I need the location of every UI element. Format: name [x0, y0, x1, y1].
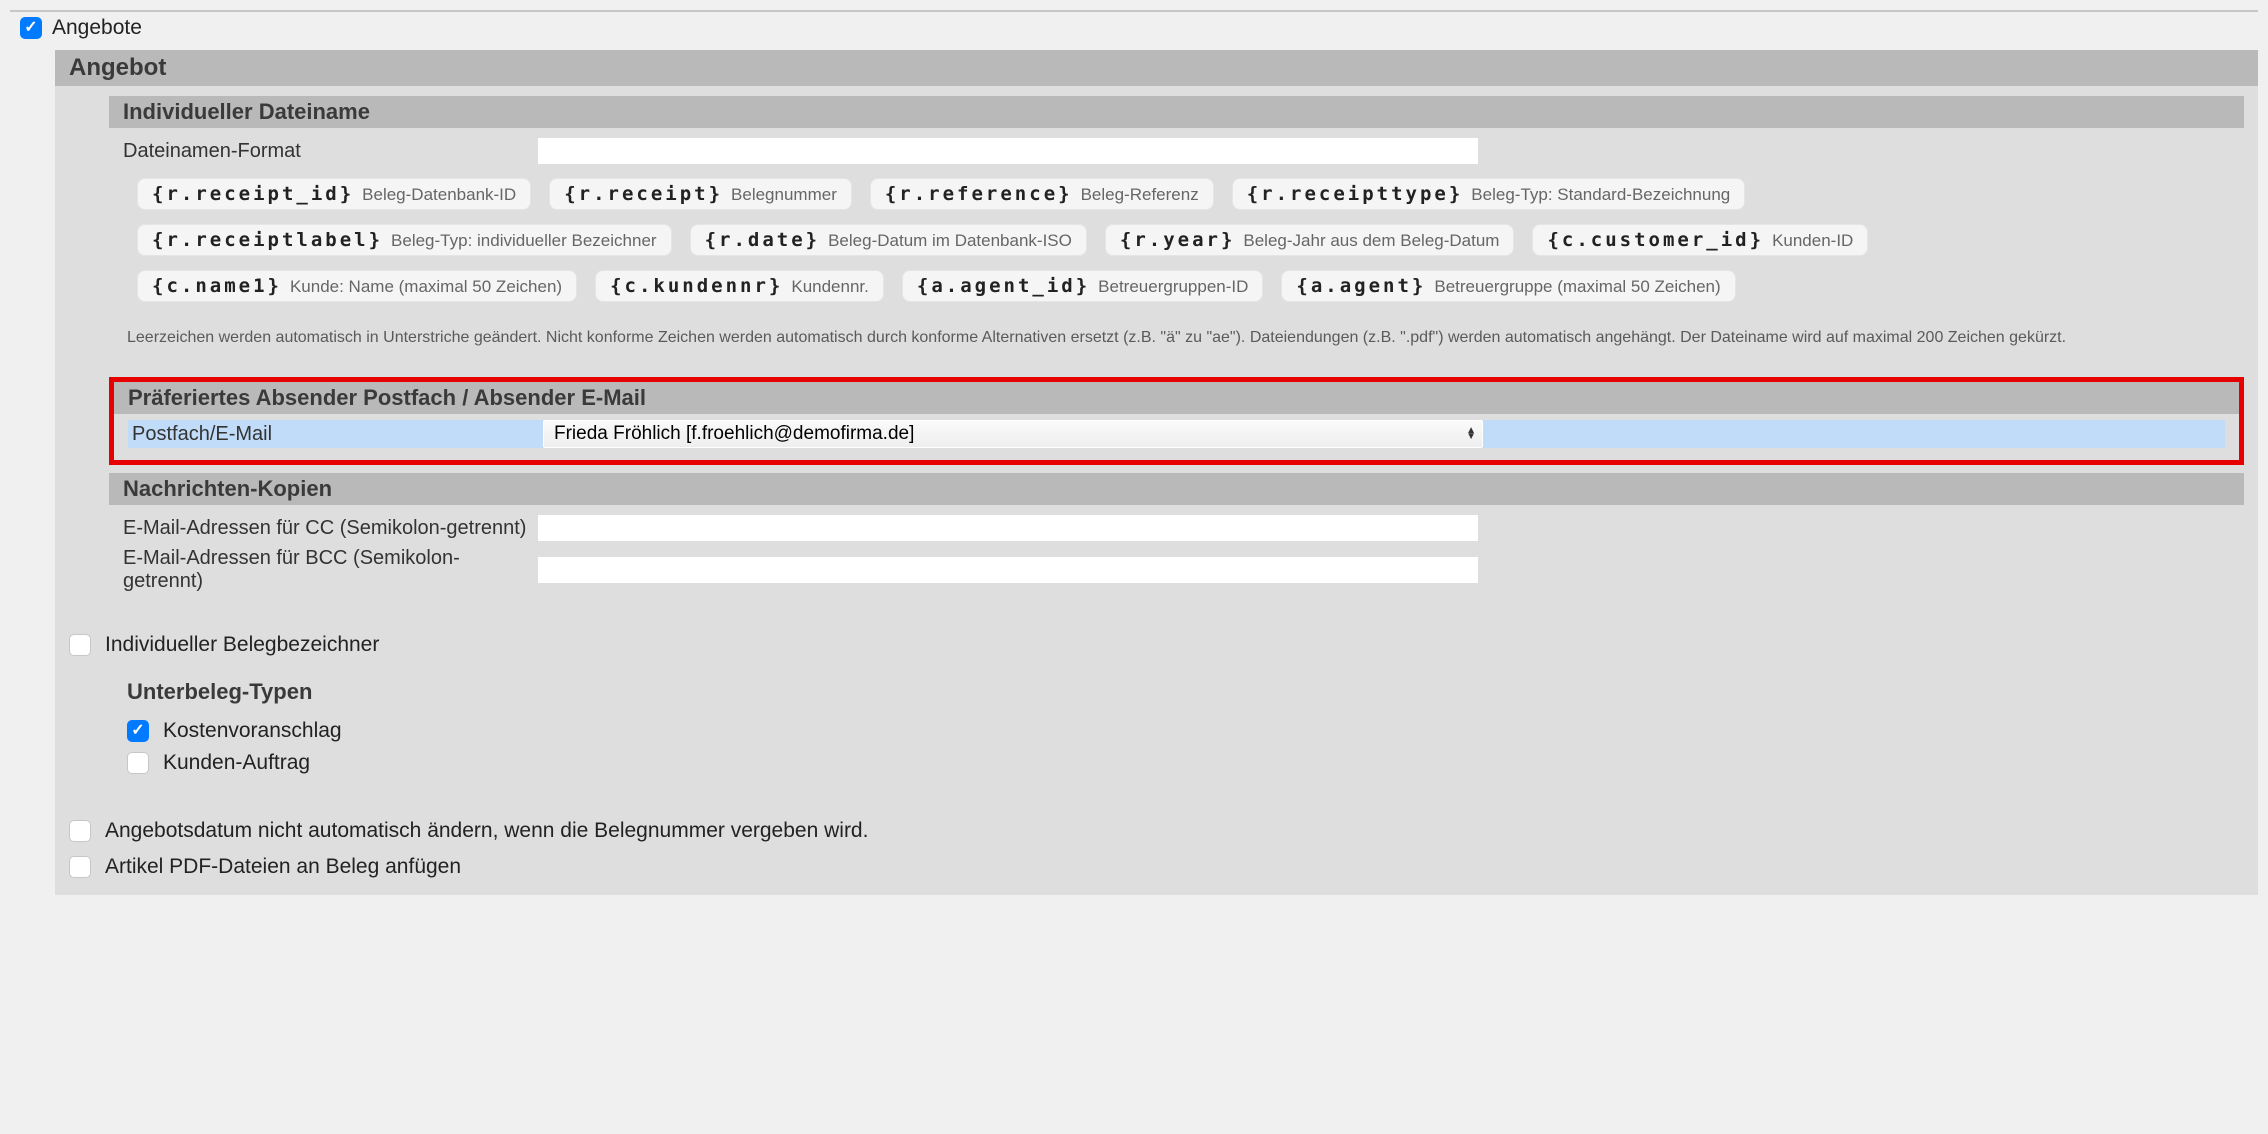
subtypes-panel: Unterbeleg-Typen Kostenvoranschlag Kunden…	[115, 667, 2244, 795]
offer-date-option-checkbox[interactable]	[69, 820, 91, 842]
cc-row: E-Mail-Adressen für CC (Semikolon-getren…	[123, 515, 2230, 541]
tag-desc: Kunden-ID	[1772, 231, 1853, 251]
offer-date-option-row: Angebotsdatum nicht automatisch ändern, …	[69, 813, 2244, 849]
sender-field-row: Postfach/E-Mail Frieda Fröhlich [f.froeh…	[128, 420, 2225, 448]
subtypes-list: Kostenvoranschlag Kunden-Auftrag	[127, 715, 2232, 779]
tag-code: {a.agent}	[1296, 275, 1426, 297]
filename-section-header: Individueller Dateiname	[109, 96, 2244, 128]
cc-label: E-Mail-Adressen für CC (Semikolon-getren…	[123, 517, 538, 540]
subtype-label: Kostenvoranschlag	[163, 719, 342, 743]
individual-designator-label: Individueller Belegbezeichner	[105, 633, 379, 657]
individual-designator-row: Individueller Belegbezeichner	[69, 627, 2244, 663]
placeholder-tag[interactable]: {c.customer_id} Kunden-ID	[1532, 224, 1868, 256]
placeholder-tag[interactable]: {r.receipt_id} Beleg-Datenbank-ID	[137, 178, 531, 210]
tag-code: {r.year}	[1120, 229, 1236, 251]
subtypes-header: Unterbeleg-Typen	[127, 675, 2232, 715]
bcc-row: E-Mail-Adressen für BCC (Semikolon-getre…	[123, 547, 2230, 593]
attach-pdf-option-row: Artikel PDF-Dateien an Beleg anfügen	[69, 849, 2244, 885]
placeholder-tag[interactable]: {r.receipttype} Beleg-Typ: Standard-Bezei…	[1232, 178, 1746, 210]
tag-code: {r.reference}	[885, 183, 1073, 205]
tag-code: {a.agent_id}	[917, 275, 1090, 297]
tag-code: {r.receipt_id}	[152, 183, 354, 205]
tag-code: {r.receipt}	[564, 183, 723, 205]
sender-section-header: Präferiertes Absender Postfach / Absende…	[114, 382, 2239, 414]
sender-section-highlight: Präferiertes Absender Postfach / Absende…	[109, 377, 2244, 465]
subtype-label: Kunden-Auftrag	[163, 751, 310, 775]
tag-desc: Betreuergruppe (maximal 50 Zeichen)	[1434, 277, 1720, 297]
individual-designator-checkbox[interactable]	[69, 634, 91, 656]
tag-code: {c.name1}	[152, 275, 282, 297]
copies-section-body: E-Mail-Adressen für CC (Semikolon-getren…	[109, 505, 2244, 609]
filename-format-input[interactable]	[538, 138, 1478, 164]
tag-desc: Beleg-Jahr aus dem Beleg-Datum	[1243, 231, 1499, 251]
tag-desc: Beleg-Typ: Standard-Bezeichnung	[1471, 185, 1730, 205]
tag-row: {r.receipt_id}Beleg-Datenbank-ID{r.recei…	[137, 178, 2216, 210]
attach-pdf-option-label: Artikel PDF-Dateien an Beleg anfügen	[105, 855, 461, 879]
tag-desc: Beleg-Datum im Datenbank-ISO	[828, 231, 1072, 251]
subtype-row: Kunden-Auftrag	[127, 747, 2232, 779]
tag-desc: Beleg-Typ: individueller Bezeichner	[391, 231, 657, 251]
tag-desc: Beleg-Datenbank-ID	[362, 185, 516, 205]
bcc-input[interactable]	[538, 557, 1478, 583]
placeholder-tag[interactable]: {r.date} Beleg-Datum im Datenbank-ISO	[690, 224, 1087, 256]
placeholder-tag[interactable]: {a.agent_id} Betreuergruppen-ID	[902, 270, 1264, 302]
top-row: Angebote	[10, 10, 2258, 50]
placeholder-tag[interactable]: {r.receiptlabel} Beleg-Typ: individueller…	[137, 224, 672, 256]
cc-input[interactable]	[538, 515, 1478, 541]
sender-select-value: Frieda Fröhlich [f.froehlich@demofirma.d…	[554, 423, 914, 445]
sender-section-body: Postfach/E-Mail Frieda Fröhlich [f.froeh…	[114, 414, 2239, 460]
tag-code: {r.receiptlabel}	[152, 229, 383, 251]
placeholder-tag[interactable]: {a.agent} Betreuergruppe (maximal 50 Zeic…	[1281, 270, 1735, 302]
tag-code: {c.kundennr}	[610, 275, 783, 297]
sender-select[interactable]: Frieda Fröhlich [f.froehlich@demofirma.d…	[543, 420, 1483, 448]
bcc-label: E-Mail-Adressen für BCC (Semikolon-getre…	[123, 547, 538, 593]
placeholder-tag[interactable]: {r.receipt} Belegnummer	[549, 178, 852, 210]
tag-desc: Beleg-Referenz	[1081, 185, 1199, 205]
subtype-checkbox[interactable]	[127, 720, 149, 742]
tag-row: {c.name1} Kunde: Name (maximal 50 Zeichen…	[137, 270, 2216, 302]
tag-desc: Belegnummer	[731, 185, 837, 205]
filename-format-label: Dateinamen-Format	[123, 140, 538, 163]
tag-code: {r.receipttype}	[1247, 183, 1464, 205]
angebot-panel: Angebot Individueller Dateiname Dateinam…	[55, 50, 2258, 895]
placeholder-tag[interactable]: {r.year} Beleg-Jahr aus dem Beleg-Datum	[1105, 224, 1515, 256]
sender-field-label: Postfach/E-Mail	[128, 423, 543, 446]
tag-desc: Kundennr.	[791, 277, 869, 297]
select-arrows-icon: ▲▼	[1466, 428, 1476, 440]
tag-desc: Betreuergruppen-ID	[1098, 277, 1248, 297]
angebote-label: Angebote	[52, 16, 142, 40]
filename-section-body: Dateinamen-Format {r.receipt_id} Beleg-Da…	[109, 128, 2244, 369]
copies-section-header: Nachrichten-Kopien	[109, 473, 2244, 505]
filename-format-row: Dateinamen-Format	[123, 138, 2230, 164]
offer-date-option-label: Angebotsdatum nicht automatisch ändern, …	[105, 819, 868, 843]
copies-section: Nachrichten-Kopien E-Mail-Adressen für C…	[109, 473, 2244, 609]
placeholder-tags: {r.receipt_id}Beleg-Datenbank-ID{r.recei…	[123, 170, 2230, 320]
subtype-row: Kostenvoranschlag	[127, 715, 2232, 747]
placeholder-tag[interactable]: {c.name1} Kunde: Name (maximal 50 Zeichen…	[137, 270, 577, 302]
filename-help-text: Leerzeichen werden automatisch in Unters…	[123, 320, 2230, 353]
subtype-checkbox[interactable]	[127, 752, 149, 774]
filename-format-input-wrap	[538, 138, 1478, 164]
bcc-input-wrap	[538, 557, 1478, 583]
attach-pdf-option-checkbox[interactable]	[69, 856, 91, 878]
filename-section: Individueller Dateiname Dateinamen-Forma…	[109, 96, 2244, 369]
tag-row: {r.receiptlabel} Beleg-Typ: individueller…	[137, 224, 2216, 256]
tag-desc: Kunde: Name (maximal 50 Zeichen)	[290, 277, 562, 297]
cc-input-wrap	[538, 515, 1478, 541]
placeholder-tag[interactable]: {c.kundennr} Kundennr.	[595, 270, 884, 302]
tag-code: {r.date}	[705, 229, 821, 251]
tag-code: {c.customer_id}	[1547, 229, 1764, 251]
angebote-checkbox[interactable]	[20, 17, 42, 39]
angebot-panel-header: Angebot	[55, 50, 2258, 86]
angebot-panel-body: Individueller Dateiname Dateinamen-Forma…	[55, 86, 2258, 895]
placeholder-tag[interactable]: {r.reference} Beleg-Referenz	[870, 178, 1214, 210]
